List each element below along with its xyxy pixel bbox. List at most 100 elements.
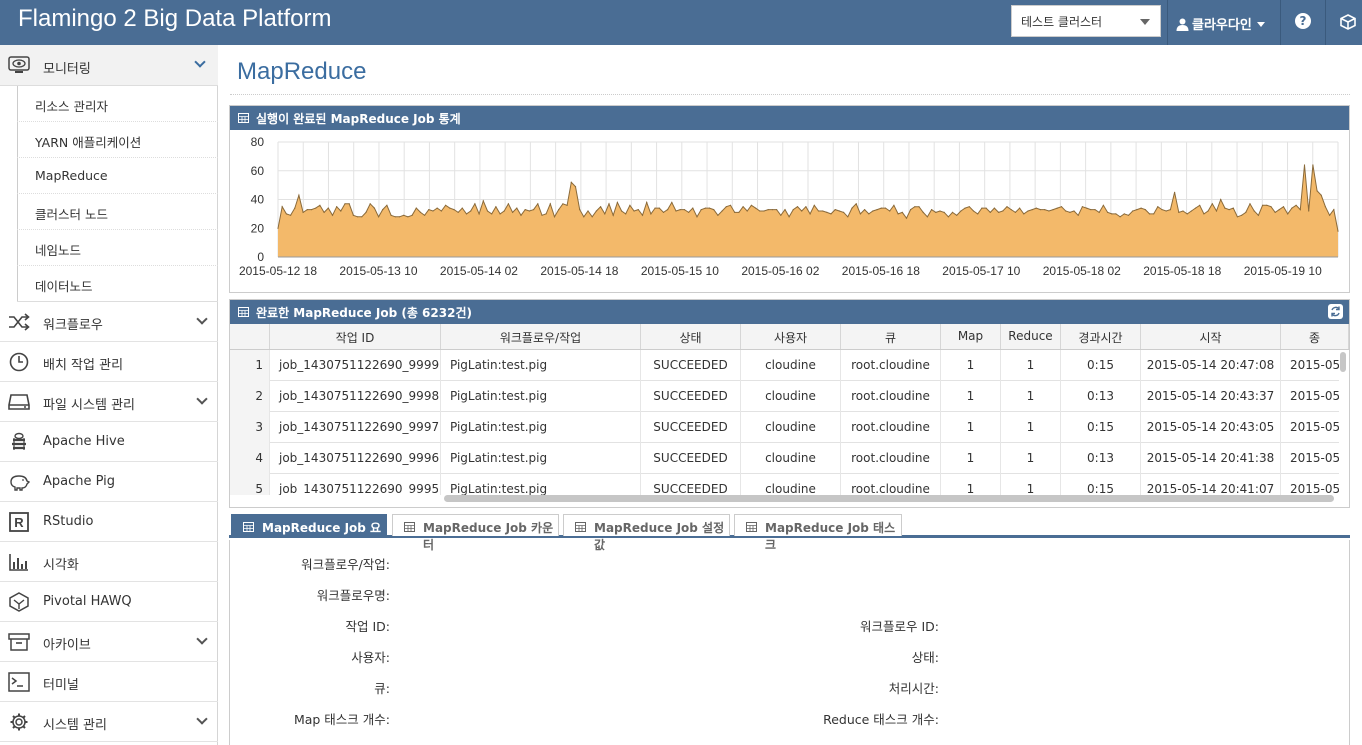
sidebar-item-apache-hive[interactable]: Apache Hive (0, 422, 218, 462)
table-row[interactable]: 5 job_1430751122690_9995 PigLatin:test.pig… (230, 474, 1339, 495)
table-row[interactable]: 1 job_1430751122690_9999 PigLatin:test.pig… (230, 350, 1339, 381)
help-button[interactable]: ? (1281, 0, 1325, 45)
job-statistics-chart[interactable]: 0 20 40 60 80 2015-05-12 18 2015-05-13 10 2015-… (230, 130, 1349, 292)
hive-icon (12, 432, 26, 450)
column-header[interactable]: 큐 (841, 324, 941, 349)
column-header[interactable]: 작업 ID (270, 324, 441, 349)
column-header[interactable]: 경과시간 (1061, 324, 1141, 349)
y-tick-label: 0 (257, 250, 264, 264)
column-header[interactable]: 워크플로우/작업 (441, 324, 641, 349)
data-point (1211, 203, 1213, 205)
data-point (1316, 190, 1318, 192)
data-point (336, 206, 338, 208)
table-cell: 1 (941, 381, 1001, 412)
cluster-select[interactable]: 테스트 클러스터 (1011, 5, 1161, 37)
table-cell: cloudine (741, 474, 841, 495)
table-cell: 1 (941, 350, 1001, 381)
submenu-item-yarn-applications[interactable]: YARN 애플리케이션 (17, 122, 218, 158)
data-point (449, 207, 451, 209)
table-cell: PigLatin:test.pig (441, 474, 641, 495)
table-cell: SUCCEEDED (641, 443, 741, 474)
sidebar-item-visualization[interactable]: 시각화 (0, 542, 218, 582)
horizontal-scrollbar[interactable] (444, 495, 1334, 502)
data-point (1169, 209, 1171, 211)
sidebar-item-file-system[interactable]: 파일 시스템 관리 (0, 382, 218, 422)
data-point (788, 216, 790, 218)
column-header[interactable]: Reduce (1001, 324, 1061, 349)
data-point (495, 206, 497, 208)
sidebar-item-batch-jobs[interactable]: 배치 작업 관리 (0, 342, 218, 382)
refresh-button[interactable] (1328, 304, 1343, 319)
column-header[interactable]: 사용자 (741, 324, 841, 349)
tab-job-counters[interactable]: MapReduce Job 카운터 (392, 514, 559, 552)
table-row[interactable]: 3 job_1430751122690_9997 PigLatin:test.pig… (230, 412, 1339, 443)
sidebar-item-system-admin[interactable]: 시스템 관리 (0, 702, 218, 742)
column-header[interactable]: Map (941, 324, 1001, 349)
data-point (943, 211, 945, 213)
column-header[interactable]: 시작 (1141, 324, 1281, 349)
sidebar-item-apache-pig[interactable]: Apache Pig (0, 462, 218, 502)
data-point (516, 207, 518, 209)
submenu-item-namenode[interactable]: 네임노드 (17, 230, 218, 266)
tab-job-settings[interactable]: MapReduce Job 설정값 (563, 514, 730, 552)
data-point (750, 204, 753, 206)
table-cell: 2015-05 (1281, 443, 1339, 474)
app-brand[interactable]: Flamingo 2 Big Data Platform (18, 5, 331, 33)
data-point (1136, 209, 1138, 211)
data-point (1333, 209, 1335, 211)
r-icon: R (9, 512, 29, 532)
data-point (390, 214, 392, 216)
sidebar-item-archive[interactable]: 아카이브 (0, 622, 218, 662)
data-point (847, 216, 849, 218)
table-cell: root.cloudine (841, 350, 941, 381)
data-point (281, 206, 283, 208)
data-point (734, 211, 736, 213)
table-row[interactable]: 2 job_1430751122690_9998 PigLatin:test.pig… (230, 381, 1339, 412)
column-header[interactable] (230, 324, 270, 349)
data-point (1127, 214, 1130, 216)
cube-button[interactable] (1326, 0, 1362, 45)
vertical-scrollbar[interactable] (1340, 352, 1346, 372)
tab-job-summary[interactable]: MapReduce Job 요약 (231, 514, 387, 552)
tab-job-tasks[interactable]: MapReduce Job 태스크 (734, 514, 902, 552)
column-header[interactable]: 상태 (641, 324, 741, 349)
field-label-job-id: 작업 ID: (345, 619, 391, 634)
sidebar-item-pivotal-hawq[interactable]: Pivotal HAWQ (0, 582, 218, 622)
data-point (1081, 206, 1083, 208)
field-label-user: 사용자: (351, 650, 390, 665)
data-point (637, 209, 639, 211)
data-point (424, 214, 426, 216)
data-point (600, 206, 602, 208)
data-point (340, 210, 342, 212)
data-point (1107, 211, 1109, 213)
submenu-item-resource-manager[interactable]: 리소스 관리자 (17, 86, 218, 122)
data-point (843, 211, 845, 213)
sidebar-item-rstudio[interactable]: R RStudio (0, 502, 218, 542)
data-point (428, 209, 430, 211)
table-icon (238, 113, 249, 123)
sidebar-item-terminal[interactable]: 터미널 (0, 662, 218, 702)
sidebar-item-workflow[interactable]: 워크플로우 (0, 302, 218, 342)
user-menu[interactable]: 클라우다인 (1168, 0, 1280, 45)
data-point (507, 203, 509, 205)
table-cell: job_1430751122690_9997 (270, 412, 441, 443)
table-icon (243, 522, 254, 532)
table-body[interactable]: 1 job_1430751122690_9999 PigLatin:test.pig… (230, 350, 1339, 495)
submenu-item-mapreduce[interactable]: MapReduce (17, 158, 218, 194)
table-cell: root.cloudine (841, 381, 941, 412)
column-header[interactable]: 종 (1281, 324, 1349, 349)
data-point (331, 214, 334, 216)
data-point (1094, 209, 1096, 211)
data-point (583, 216, 585, 218)
submenu-item-datanode[interactable]: 데이터노드 (17, 266, 218, 302)
chevron-down-icon (1140, 19, 1150, 25)
sidebar-item-monitoring[interactable]: 모니터링 (0, 45, 218, 86)
submenu-item-cluster-nodes[interactable]: 클러스터 노드 (17, 194, 218, 230)
table-row[interactable]: 4 job_1430751122690_9996 PigLatin:test.pig… (230, 443, 1339, 474)
table-icon (404, 522, 415, 532)
y-tick-label: 60 (251, 164, 265, 178)
data-point (457, 211, 459, 213)
data-point (1069, 211, 1071, 213)
table-cell: 1 (941, 443, 1001, 474)
data-point (319, 204, 321, 206)
